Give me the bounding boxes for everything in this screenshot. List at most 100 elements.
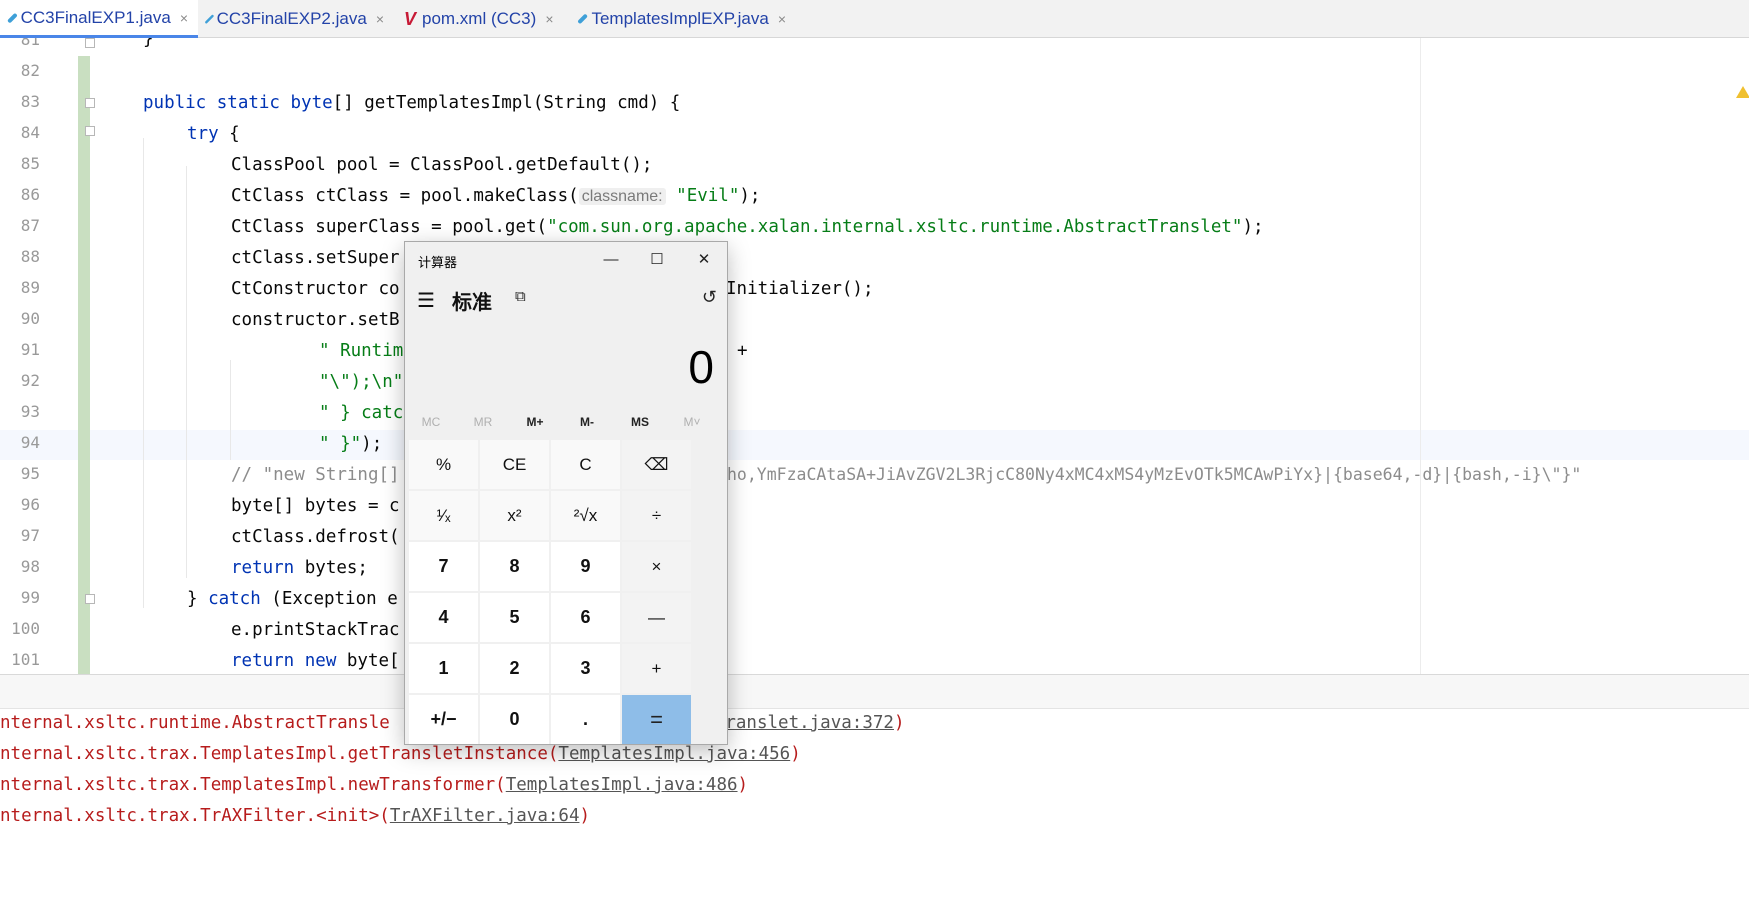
code-line-88: ctClass.setSuper: [231, 248, 400, 268]
mode-title: 标准: [452, 292, 492, 314]
memory-store-button[interactable]: MS: [614, 415, 666, 429]
digit-6-button[interactable]: 6: [551, 593, 620, 642]
memory-subtract-button[interactable]: M-: [561, 415, 613, 429]
code-line-87: CtClass superClass = pool.get("com.sun.o…: [231, 217, 1264, 237]
maximize-button[interactable]: ☐: [639, 248, 675, 272]
line-number: 82: [20, 61, 40, 80]
close-icon[interactable]: ×: [778, 11, 786, 27]
line-number: 96: [20, 495, 40, 514]
minimize-button[interactable]: —: [593, 248, 629, 272]
negate-button[interactable]: +/−: [409, 695, 478, 744]
multiply-button[interactable]: ×: [622, 542, 691, 591]
code-line-85: ClassPool pool = ClassPool.getDefault();: [231, 155, 653, 175]
code-line-97: ctClass.defrost(: [231, 527, 400, 547]
code-line-91a: " Runtim: [319, 341, 404, 361]
digit-0-button[interactable]: 0: [480, 695, 549, 744]
calculator-header: ☰ 标准 ⧉ ↺: [405, 282, 727, 318]
close-button[interactable]: ✕: [686, 248, 722, 272]
vcs-change-bar: [78, 56, 90, 674]
fold-marker-icon[interactable]: [85, 98, 95, 108]
digit-1-button[interactable]: 1: [409, 644, 478, 693]
line-number: 101: [11, 650, 40, 669]
close-icon[interactable]: ×: [545, 11, 553, 27]
line-number: 92: [20, 371, 40, 390]
line-number: 81: [20, 38, 40, 49]
run-console[interactable]: nternal.xsltc.runtime.AbstractTransle Tra…: [0, 709, 1749, 907]
tab-label: TemplatesImplEXP.java: [591, 9, 769, 28]
code-line-92: "\");\n": [319, 372, 404, 392]
line-number: 95: [20, 464, 40, 483]
square-root-button[interactable]: ²√x: [551, 491, 620, 540]
code-line-89b: Initializer();: [726, 279, 874, 299]
code-editor[interactable]: 81 82 83 84 85 86 87 88 89 90 91 92 93 94 95 96 97 98 99 10…: [0, 38, 1749, 674]
line-number: 87: [20, 216, 40, 235]
stack-trace-link[interactable]: TemplatesImpl.java:456: [558, 744, 790, 764]
fold-marker-icon[interactable]: [85, 38, 95, 48]
add-button[interactable]: +: [622, 644, 691, 693]
code-line-83: public static byte[] getTemplatesImpl(St…: [143, 93, 681, 113]
memory-recall-button[interactable]: MR: [457, 415, 509, 429]
current-line-highlight: [0, 430, 1749, 460]
tab-cc3finalexp2[interactable]: CC3FinalEXP2.java ×: [198, 0, 394, 38]
line-number: 93: [20, 402, 40, 421]
digit-7-button[interactable]: 7: [409, 542, 478, 591]
line-number: 94: [20, 433, 40, 452]
line-number: 99: [20, 588, 40, 607]
tab-label: CC3FinalEXP1.java: [20, 7, 171, 27]
digit-3-button[interactable]: 3: [551, 644, 620, 693]
digit-4-button[interactable]: 4: [409, 593, 478, 642]
line-number: 91: [20, 340, 40, 359]
menu-icon[interactable]: ☰: [417, 288, 435, 313]
line-number: 88: [20, 247, 40, 266]
close-icon[interactable]: ×: [376, 11, 384, 27]
line-number: 97: [20, 526, 40, 545]
java-class-icon: [577, 13, 589, 25]
history-icon[interactable]: ↺: [702, 287, 717, 308]
clear-entry-button[interactable]: CE: [480, 440, 549, 489]
code-line-95a: // "new String[]: [231, 465, 400, 485]
divide-button[interactable]: ÷: [622, 491, 691, 540]
indent-guide: [143, 138, 144, 608]
line-number: 100: [11, 619, 40, 638]
maven-icon: V: [404, 9, 417, 29]
code-line-100: e.printStackTrac: [231, 620, 400, 640]
backspace-button[interactable]: ⌫: [622, 440, 691, 489]
memory-add-button[interactable]: M+: [509, 415, 561, 429]
digit-5-button[interactable]: 5: [480, 593, 549, 642]
keep-on-top-icon[interactable]: ⧉: [515, 288, 526, 305]
digit-8-button[interactable]: 8: [480, 542, 549, 591]
subtract-button[interactable]: —: [622, 593, 691, 642]
calculator-window[interactable]: 计算器 — ☐ ✕ ☰ 标准 ⧉ ↺ 0 MC MR M+ M- MS M˅ %…: [405, 242, 727, 744]
tab-templatesimplexp[interactable]: TemplatesImplEXP.java ×: [570, 0, 796, 38]
code-line-98: return bytes;: [231, 558, 368, 578]
reciprocal-button[interactable]: ¹⁄ₓ: [409, 491, 478, 540]
code-line-81: }: [143, 38, 154, 49]
line-number: 84: [20, 123, 40, 142]
digit-2-button[interactable]: 2: [480, 644, 549, 693]
java-class-icon: [204, 14, 214, 24]
square-button[interactable]: x²: [480, 491, 549, 540]
memory-clear-button[interactable]: MC: [405, 415, 457, 429]
stack-trace-link[interactable]: TrAXFilter.java:64: [390, 806, 580, 826]
fold-marker-icon[interactable]: [85, 594, 95, 604]
equals-button[interactable]: =: [622, 695, 691, 744]
line-number: 89: [20, 278, 40, 297]
warning-icon[interactable]: [1736, 86, 1749, 98]
line-number: 98: [20, 557, 40, 576]
stack-trace-link[interactable]: TemplatesImpl.java:486: [506, 775, 738, 795]
tab-cc3finalexp1[interactable]: CC3FinalEXP1.java ×: [0, 0, 198, 38]
decimal-button[interactable]: .: [551, 695, 620, 744]
code-line-90: constructor.setB: [231, 310, 400, 330]
tab-pom-xml[interactable]: V pom.xml (CC3) ×: [394, 0, 570, 38]
memory-list-button[interactable]: M˅: [666, 415, 718, 429]
digit-9-button[interactable]: 9: [551, 542, 620, 591]
close-icon[interactable]: ×: [180, 10, 188, 26]
clear-button[interactable]: C: [551, 440, 620, 489]
stack-trace-link[interactable]: Translet.java:372: [715, 713, 894, 733]
memory-row: MC MR M+ M- MS M˅: [405, 412, 727, 436]
percent-button[interactable]: %: [409, 440, 478, 489]
line-number: 86: [20, 185, 40, 204]
line-number: 83: [20, 92, 40, 111]
tool-window-header[interactable]: [0, 674, 1749, 709]
fold-marker-icon[interactable]: [85, 126, 95, 136]
